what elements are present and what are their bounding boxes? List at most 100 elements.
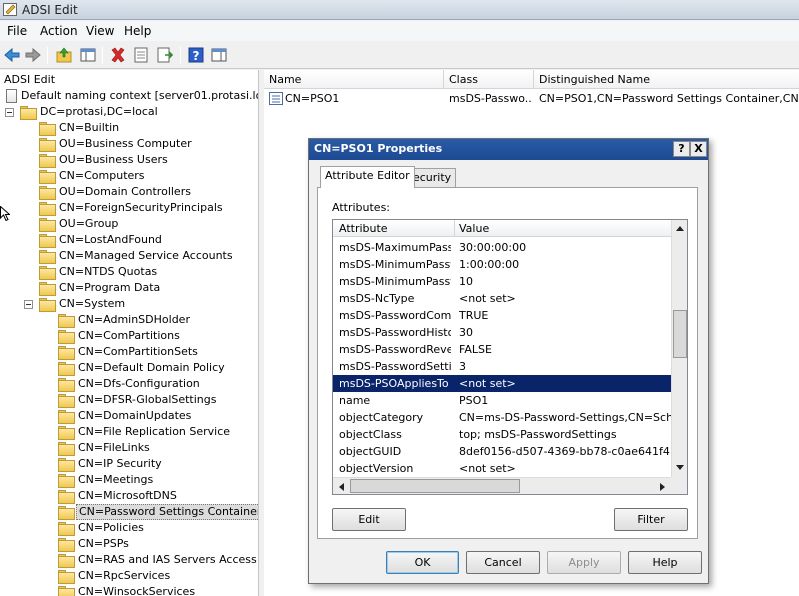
adsi-edit-icon — [3, 3, 17, 16]
tree-item-label: CN=WinsockServices — [78, 585, 196, 596]
help-question-icon[interactable]: ? — [673, 141, 690, 157]
folder-icon — [39, 298, 56, 312]
attribute-value: 3 — [459, 360, 466, 373]
horizontal-scrollbar[interactable] — [333, 477, 671, 494]
vertical-scrollbar[interactable] — [671, 220, 687, 477]
folder-icon — [58, 490, 75, 504]
export-list-icon[interactable] — [155, 45, 175, 65]
folder-icon — [39, 234, 56, 248]
attribute-row[interactable]: msDS-MinimumPassw... 1:00:00:00 — [333, 256, 671, 273]
tab-attribute-editor[interactable]: Attribute Editor — [320, 166, 415, 188]
column-value[interactable]: Value — [459, 222, 489, 235]
collapse-icon[interactable] — [24, 300, 33, 309]
attribute-name: objectGUID — [339, 445, 402, 458]
menu-view[interactable]: View — [86, 24, 114, 38]
attribute-row[interactable]: msDS-PasswordReve... FALSE — [333, 341, 671, 358]
tree-item-label: CN=Program Data — [59, 281, 161, 294]
properties-icon[interactable] — [131, 45, 151, 65]
attribute-name: name — [339, 394, 371, 407]
attribute-name: msDS-PasswordSetti... — [339, 360, 451, 373]
help-icon[interactable]: ? — [186, 45, 206, 65]
tree-item-label: CN=FileLinks — [78, 441, 150, 454]
attribute-row[interactable]: msDS-MinimumPassw... 10 — [333, 273, 671, 290]
close-icon[interactable]: X — [690, 141, 707, 157]
attribute-row[interactable]: objectCategory CN=ms-DS-Password-Settings… — [333, 409, 671, 426]
attributes-label: Attributes: — [332, 201, 391, 214]
scroll-left-icon[interactable] — [337, 482, 345, 492]
attribute-name: msDS-MaximumPass... — [339, 241, 451, 254]
help-button[interactable]: Help — [628, 551, 702, 574]
column-divider[interactable] — [454, 220, 455, 237]
folder-icon — [58, 506, 75, 520]
attribute-row[interactable]: objectGUID 8def0156-d507-4369-bb78-c0ae64… — [333, 443, 671, 460]
folder-icon — [58, 410, 75, 424]
list-cell-name: CN=PSO1 — [285, 92, 340, 105]
attribute-row[interactable]: objectClass top; msDS-PasswordSettings — [333, 426, 671, 443]
attribute-value: <not set> — [459, 292, 516, 305]
cancel-button[interactable]: Cancel — [466, 551, 540, 574]
attribute-row[interactable]: msDS-PasswordSetti... 3 — [333, 358, 671, 375]
list-item[interactable]: CN=PSO1 msDS-Passwo... CN=PSO1,CN=Passwo… — [264, 90, 799, 107]
scroll-right-icon[interactable] — [659, 482, 667, 492]
folder-icon — [58, 346, 75, 360]
attribute-value: 30:00:00:00 — [459, 241, 527, 254]
attribute-name: msDS-NcType — [339, 292, 415, 305]
svg-text:?: ? — [193, 49, 200, 63]
column-attribute[interactable]: Attribute — [339, 222, 388, 235]
attribute-value: <not set> — [459, 377, 516, 390]
show-hide-tree-icon[interactable] — [78, 45, 98, 65]
column-class[interactable]: Class — [449, 73, 478, 86]
tree-item-label: CN=Builtin — [59, 121, 120, 134]
filter-button[interactable]: Filter — [614, 508, 688, 531]
column-name[interactable]: Name — [269, 73, 301, 86]
attributes-grid[interactable]: Attribute Value msDS-MaximumPass... 30:00… — [332, 219, 688, 495]
scroll-up-icon[interactable] — [675, 224, 685, 232]
tree-item-label: CN=LostAndFound — [59, 233, 162, 246]
menu-help[interactable]: Help — [124, 24, 151, 38]
up-folder-icon[interactable] — [54, 45, 74, 65]
folder-icon — [39, 170, 56, 184]
attribute-row[interactable]: name PSO1 — [333, 392, 671, 409]
column-divider[interactable] — [443, 70, 444, 89]
attribute-row[interactable]: msDS-PSOAppliesTo <not set> — [333, 375, 671, 392]
column-distinguished-name[interactable]: Distinguished Name — [539, 73, 650, 86]
attribute-value: 1:00:00:00 — [459, 258, 520, 271]
attribute-value: 8def0156-d507-4369-bb78-c0ae641f4126 — [459, 445, 671, 458]
folder-icon — [39, 266, 56, 280]
apply-button[interactable]: Apply — [547, 551, 621, 574]
tree-pane[interactable]: ADSI Edit Default naming context [server… — [0, 70, 259, 596]
scrollbar-thumb[interactable] — [673, 310, 687, 358]
column-divider[interactable] — [533, 70, 534, 89]
menu-file[interactable]: File — [7, 24, 27, 38]
attribute-name: objectVersion — [339, 462, 414, 475]
back-arrow-icon[interactable] — [2, 45, 22, 65]
scrollbar-thumb[interactable] — [350, 479, 520, 493]
collapse-icon[interactable] — [5, 108, 14, 117]
attribute-row[interactable]: msDS-MaximumPass... 30:00:00:00 — [333, 239, 671, 256]
scroll-down-icon[interactable] — [675, 464, 685, 472]
edit-button[interactable]: Edit — [332, 508, 406, 531]
forward-arrow-icon[interactable] — [23, 45, 43, 65]
dialog-title-bar[interactable]: CN=PSO1 Properties ? X — [309, 139, 708, 160]
folder-icon — [39, 186, 56, 200]
show-hide-action-pane-icon[interactable] — [209, 45, 229, 65]
folder-icon — [58, 378, 75, 392]
properties-dialog: CN=PSO1 Properties ? X Attribute Editor … — [308, 138, 709, 584]
toolbar-separator — [102, 47, 103, 64]
attribute-row[interactable]: msDS-PasswordCom... TRUE — [333, 307, 671, 324]
attribute-row[interactable]: msDS-NcType <not set> — [333, 290, 671, 307]
tree-item-label: CN=ComPartitionSets — [78, 345, 198, 358]
tree-item-label: CN=IP Security — [78, 457, 162, 470]
tree-item-label: CN=Password Settings Container — [76, 504, 258, 520]
folder-icon — [58, 522, 75, 536]
mouse-cursor-icon — [0, 206, 10, 222]
menu-action[interactable]: Action — [40, 24, 78, 38]
tree-item-label: CN=RpcServices — [78, 569, 171, 582]
folder-icon — [39, 138, 56, 152]
delete-icon[interactable] — [108, 45, 128, 65]
pso-object-icon — [269, 92, 283, 105]
tree-naming-context-label: Default naming context [server01.protasi… — [21, 89, 259, 102]
ok-button[interactable]: OK — [386, 551, 459, 574]
attribute-row[interactable]: msDS-PasswordHisto... 30 — [333, 324, 671, 341]
attribute-row[interactable]: objectVersion <not set> — [333, 460, 671, 477]
